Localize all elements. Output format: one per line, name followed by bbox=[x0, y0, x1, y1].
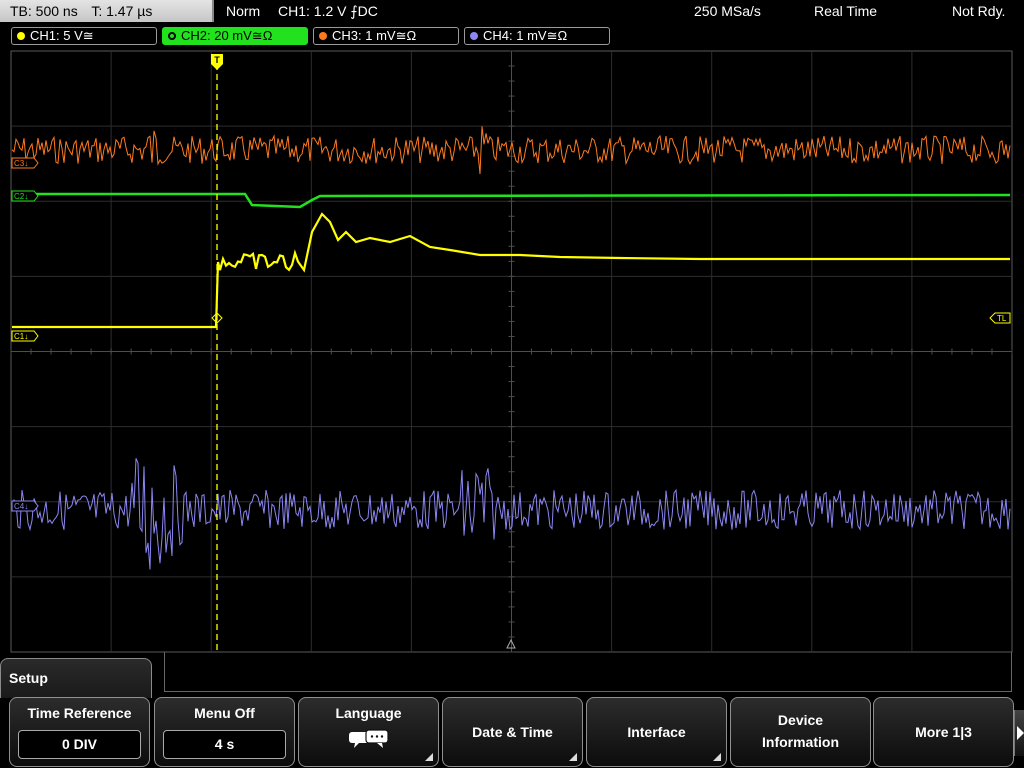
play-right-icon bbox=[1017, 726, 1024, 740]
submenu-corner-icon bbox=[713, 753, 721, 761]
menu-off-label: Menu Off bbox=[194, 705, 255, 721]
ch2-offset-marker[interactable]: C2↓ bbox=[11, 190, 39, 202]
menu-off-softkey[interactable]: Menu Off 4 s bbox=[154, 697, 295, 767]
trigger-position-text: T bbox=[214, 55, 220, 65]
more-softkey[interactable]: More 1|3 bbox=[873, 697, 1014, 767]
trigger-level-marker[interactable]: TL bbox=[989, 312, 1011, 324]
menu-off-value[interactable]: 4 s bbox=[163, 730, 286, 759]
device-label: Device bbox=[777, 712, 824, 728]
ch2-offset-text: C2↓ bbox=[14, 192, 28, 201]
interface-softkey[interactable]: Interface bbox=[586, 697, 727, 767]
speech-bubbles-icon bbox=[349, 729, 389, 748]
ch4-offset-marker[interactable]: C4↓ bbox=[11, 500, 39, 512]
interface-label: Interface bbox=[627, 724, 686, 740]
trigger-level-text: TL bbox=[997, 314, 1007, 323]
submenu-corner-icon bbox=[425, 753, 433, 761]
time-reference-value[interactable]: 0 DIV bbox=[18, 730, 141, 759]
submenu-corner-icon bbox=[569, 753, 577, 761]
menu-title-setup: Setup bbox=[0, 658, 152, 698]
device-information-softkey[interactable]: Device Information bbox=[730, 697, 871, 767]
ch3-offset-text: C3↓ bbox=[14, 159, 28, 168]
date-time-label: Date & Time bbox=[472, 724, 553, 740]
graticule bbox=[10, 50, 1013, 653]
ch4-offset-text: C4↓ bbox=[14, 502, 28, 511]
time-reference-label: Time Reference bbox=[27, 705, 132, 721]
more-label: More 1|3 bbox=[915, 724, 972, 740]
bottom-scale-strip bbox=[164, 652, 1012, 692]
trigger-position-marker[interactable]: T bbox=[211, 54, 223, 70]
language-label: Language bbox=[335, 705, 402, 721]
ch3-offset-marker[interactable]: C3↓ bbox=[11, 157, 39, 169]
date-time-softkey[interactable]: Date & Time bbox=[442, 697, 583, 767]
information-label: Information bbox=[762, 734, 839, 750]
ch1-offset-text: C1↓ bbox=[14, 332, 28, 341]
waveform-display[interactable]: T C3↓ C2↓ C1↓ C4↓ TL bbox=[0, 0, 1024, 660]
ch1-offset-marker[interactable]: C1↓ bbox=[11, 330, 39, 342]
language-softkey[interactable]: Language bbox=[298, 697, 439, 767]
time-reference-softkey[interactable]: Time Reference 0 DIV bbox=[9, 697, 150, 767]
side-menu-arrow[interactable] bbox=[1014, 710, 1024, 756]
